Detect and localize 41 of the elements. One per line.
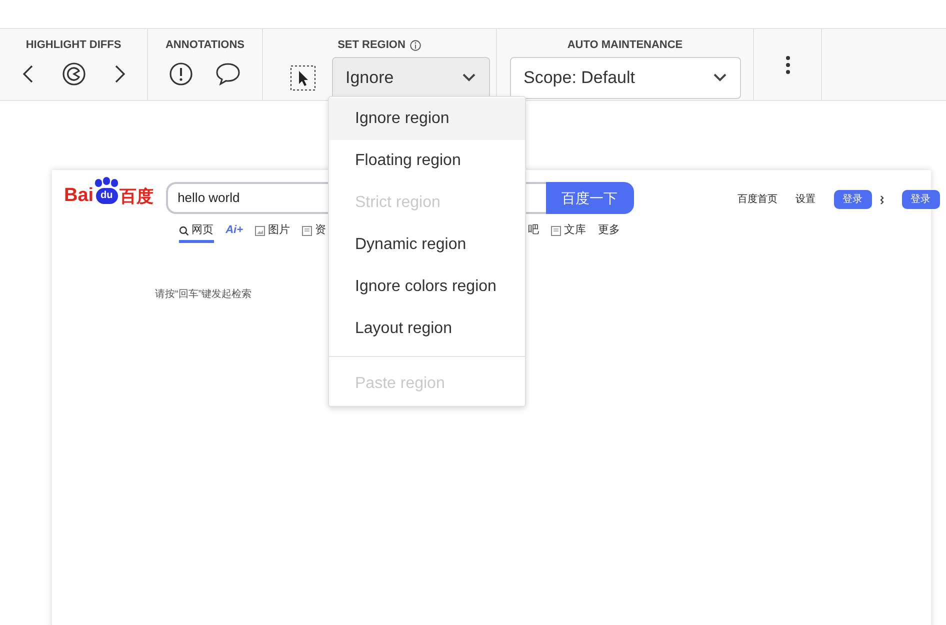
nav-tab[interactable]: Ai+ bbox=[226, 221, 244, 243]
region-select-icon[interactable] bbox=[290, 64, 316, 90]
nav-tab[interactable]: 图片 bbox=[255, 221, 290, 243]
more-options-icon[interactable] bbox=[784, 55, 790, 75]
nav-tab[interactable]: 网页 bbox=[178, 221, 214, 243]
nav-tab[interactable]: 文库 bbox=[551, 221, 586, 243]
menu-item[interactable]: Ignore colors region bbox=[329, 266, 525, 308]
target-icon[interactable] bbox=[62, 62, 86, 86]
scope-dropdown[interactable]: Scope: Default bbox=[510, 56, 740, 98]
section-title: AUTO MAINTENANCE bbox=[567, 38, 683, 53]
menu-item[interactable]: Dynamic region bbox=[329, 224, 525, 266]
caret-icon bbox=[712, 73, 726, 82]
info-icon[interactable] bbox=[410, 40, 422, 51]
caret-icon bbox=[462, 73, 476, 82]
image-icon bbox=[255, 226, 266, 236]
speech-bubble-icon[interactable] bbox=[215, 62, 241, 86]
document-icon bbox=[551, 226, 562, 236]
product-menu-icon[interactable] bbox=[880, 194, 884, 204]
menu-item[interactable]: Layout region bbox=[329, 308, 525, 350]
exclamation-circle-icon[interactable] bbox=[169, 62, 193, 86]
menu-item[interactable]: Ignore region bbox=[329, 98, 525, 140]
section-title: ANNOTATIONS bbox=[165, 38, 245, 53]
login-button[interactable]: 登录 bbox=[834, 190, 872, 209]
nav-tab[interactable]: 吧 bbox=[528, 221, 540, 243]
region-dropdown[interactable]: Ignore bbox=[332, 56, 490, 98]
section-title: HIGHLIGHT DIFFS bbox=[26, 38, 122, 53]
chevron-left-icon[interactable] bbox=[22, 64, 34, 84]
search-button[interactable]: 百度一下 bbox=[546, 182, 634, 214]
search-icon bbox=[178, 226, 189, 236]
header-link[interactable]: 设置 bbox=[796, 192, 816, 207]
section-title: SET REGION bbox=[338, 38, 406, 53]
nav-tab[interactable]: 资 bbox=[302, 221, 326, 243]
search-hint: 请按“回车”键发起检索 bbox=[155, 289, 252, 300]
login-button[interactable]: 登录 bbox=[902, 190, 940, 209]
logo-text: Bai bbox=[64, 186, 94, 205]
document-icon bbox=[302, 226, 312, 236]
chevron-right-icon[interactable] bbox=[114, 64, 126, 84]
nav-tab[interactable]: 更多 bbox=[598, 221, 620, 243]
header-link[interactable]: 百度首页 bbox=[738, 192, 778, 207]
logo-text: 百度 bbox=[120, 188, 154, 205]
menu-item[interactable]: Floating region bbox=[329, 140, 525, 182]
